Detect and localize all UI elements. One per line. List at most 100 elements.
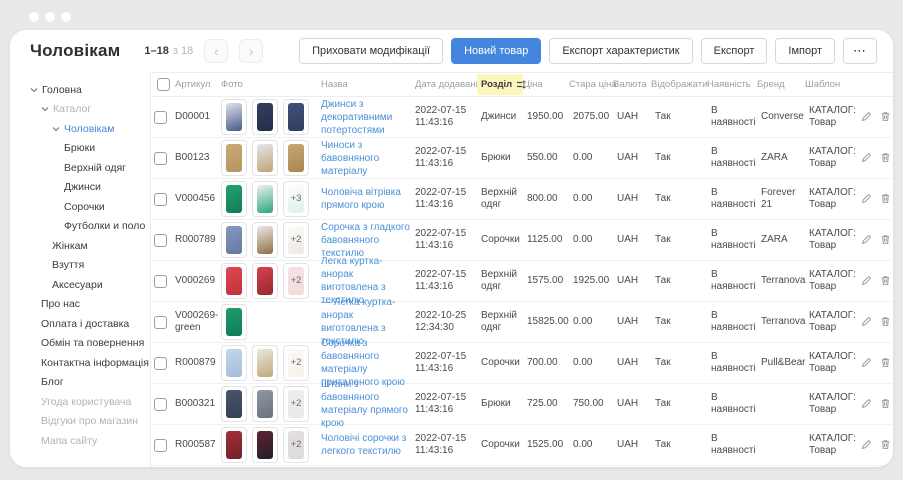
- product-photo[interactable]: [221, 140, 247, 176]
- row-checkbox[interactable]: [154, 111, 167, 124]
- column-header-name[interactable]: Назва: [321, 73, 415, 96]
- row-checkbox[interactable]: [154, 439, 167, 452]
- more-photos-badge[interactable]: +2: [283, 386, 309, 422]
- column-header-date[interactable]: Дата додавання: [415, 73, 481, 96]
- product-photo[interactable]: [283, 99, 309, 135]
- sidebar-item-футболки-и-поло[interactable]: Футболки и поло: [30, 217, 146, 237]
- sidebar-item-каталог[interactable]: Каталог: [30, 100, 146, 120]
- export-button[interactable]: Експорт: [701, 38, 768, 64]
- edit-button[interactable]: [861, 151, 872, 166]
- sidebar-item-взуття[interactable]: Взуття: [30, 256, 146, 276]
- column-header-brand[interactable]: Бренд: [757, 73, 805, 96]
- product-name-link[interactable]: Штани з бавовняного матеріалу прямого кр…: [321, 378, 410, 430]
- product-photo[interactable]: [252, 222, 278, 258]
- hide-modifications-button[interactable]: Приховати модифікації: [299, 38, 443, 64]
- column-header-old_price[interactable]: Стара ціна: [569, 73, 613, 96]
- product-photo[interactable]: [221, 99, 247, 135]
- window-dot-icon[interactable]: [61, 12, 71, 22]
- column-header-article[interactable]: Артикул: [175, 73, 221, 96]
- sidebar-item-мапа-сайту[interactable]: Мапа сайту: [30, 431, 146, 451]
- sidebar-item-обмін-та-повернення[interactable]: Обмін та повернення: [30, 334, 146, 354]
- column-header-section[interactable]: Розділ: [477, 74, 523, 95]
- edit-button[interactable]: [861, 274, 872, 289]
- new-product-button[interactable]: Новий товар: [451, 38, 541, 64]
- import-button[interactable]: Імпорт: [775, 38, 835, 64]
- column-header-template[interactable]: Шаблон: [805, 73, 857, 96]
- sidebar-item-угода-користувача[interactable]: Угода користувача: [30, 392, 146, 412]
- product-photo[interactable]: [252, 99, 278, 135]
- window-dot-icon[interactable]: [45, 12, 55, 22]
- product-photo[interactable]: [252, 427, 278, 463]
- more-photos-badge[interactable]: +2: [283, 427, 309, 463]
- product-photo[interactable]: [221, 304, 247, 340]
- edit-button[interactable]: [861, 110, 872, 125]
- product-name-link[interactable]: Чоловічі сорочки з легкого текстилю: [321, 432, 410, 458]
- sidebar-item-сорочки[interactable]: Сорочки: [30, 197, 146, 217]
- product-photo[interactable]: [252, 181, 278, 217]
- product-name-link[interactable]: Чиноси з бавовняного матеріалу: [321, 139, 410, 178]
- sidebar-item-оплата-і-доставка[interactable]: Оплата і доставка: [30, 314, 146, 334]
- product-photo[interactable]: [283, 140, 309, 176]
- column-header-price[interactable]: Ціна: [523, 73, 569, 96]
- sidebar-item-брюки[interactable]: Брюки: [30, 139, 146, 159]
- more-photos-badge[interactable]: +2: [283, 263, 309, 299]
- row-checkbox[interactable]: [154, 193, 167, 206]
- product-photo[interactable]: [221, 427, 247, 463]
- row-checkbox[interactable]: [154, 357, 167, 370]
- product-photo[interactable]: [221, 222, 247, 258]
- sidebar-item-аксесуари[interactable]: Аксесуари: [30, 275, 146, 295]
- edit-button[interactable]: [861, 315, 872, 330]
- row-checkbox[interactable]: [154, 398, 167, 411]
- sidebar-item-відгуки-про-магазин[interactable]: Відгуки про магазин: [30, 412, 146, 432]
- sidebar-item-про-нас[interactable]: Про нас: [30, 295, 146, 315]
- delete-button[interactable]: [880, 151, 891, 166]
- sidebar-item-контактна-інформація[interactable]: Контактна інформація: [30, 353, 146, 373]
- product-photo[interactable]: [221, 263, 247, 299]
- delete-button[interactable]: [880, 397, 891, 412]
- more-photos-badge[interactable]: +2: [283, 222, 309, 258]
- export-characteristics-button[interactable]: Експорт характеристик: [549, 38, 692, 64]
- product-photo[interactable]: [252, 345, 278, 381]
- column-header-availability[interactable]: Наявність: [707, 73, 757, 96]
- row-checkbox[interactable]: [154, 234, 167, 247]
- sidebar-item-головна[interactable]: Головна: [30, 80, 146, 100]
- sidebar-item-джинси[interactable]: Джинси: [30, 178, 146, 198]
- product-name-link[interactable]: Сорочка з гладкого бавовняного текстилю: [321, 221, 410, 260]
- prev-page-button[interactable]: ‹: [204, 39, 228, 63]
- next-page-button[interactable]: ›: [239, 39, 263, 63]
- delete-button[interactable]: [880, 356, 891, 371]
- product-photo[interactable]: [221, 386, 247, 422]
- delete-button[interactable]: [880, 110, 891, 125]
- delete-button[interactable]: [880, 274, 891, 289]
- delete-button[interactable]: [880, 438, 891, 453]
- edit-button[interactable]: [861, 233, 872, 248]
- edit-button[interactable]: [861, 356, 872, 371]
- window-dot-icon[interactable]: [29, 12, 39, 22]
- product-photo[interactable]: [221, 345, 247, 381]
- more-photos-badge[interactable]: +3: [283, 181, 309, 217]
- select-all-checkbox[interactable]: [157, 78, 170, 91]
- more-button[interactable]: ⋯: [843, 38, 877, 64]
- product-name-link[interactable]: Чоловіча вітрівка прямого крою: [321, 186, 410, 212]
- column-header-display[interactable]: Відображати: [651, 73, 707, 96]
- sidebar-item-блог[interactable]: Блог: [30, 373, 146, 393]
- sidebar-item-чоловікам[interactable]: Чоловікам: [30, 119, 146, 139]
- row-checkbox[interactable]: [154, 152, 167, 165]
- edit-button[interactable]: [861, 192, 872, 207]
- delete-button[interactable]: [880, 233, 891, 248]
- product-photo[interactable]: [252, 386, 278, 422]
- product-name-link[interactable]: Джинси з декоративними потертостями: [321, 98, 410, 137]
- delete-button[interactable]: [880, 315, 891, 330]
- product-photo[interactable]: [252, 263, 278, 299]
- row-checkbox[interactable]: [154, 275, 167, 288]
- delete-button[interactable]: [880, 192, 891, 207]
- column-header-currency[interactable]: Валюта: [613, 73, 651, 96]
- product-photo[interactable]: [252, 140, 278, 176]
- column-header-photo[interactable]: Фото: [221, 73, 321, 96]
- sidebar-item-жінкам[interactable]: Жінкам: [30, 236, 146, 256]
- more-photos-badge[interactable]: +2: [283, 345, 309, 381]
- edit-button[interactable]: [861, 438, 872, 453]
- edit-button[interactable]: [861, 397, 872, 412]
- row-checkbox[interactable]: [154, 316, 167, 329]
- sidebar-item-верхній-одяг[interactable]: Верхній одяг: [30, 158, 146, 178]
